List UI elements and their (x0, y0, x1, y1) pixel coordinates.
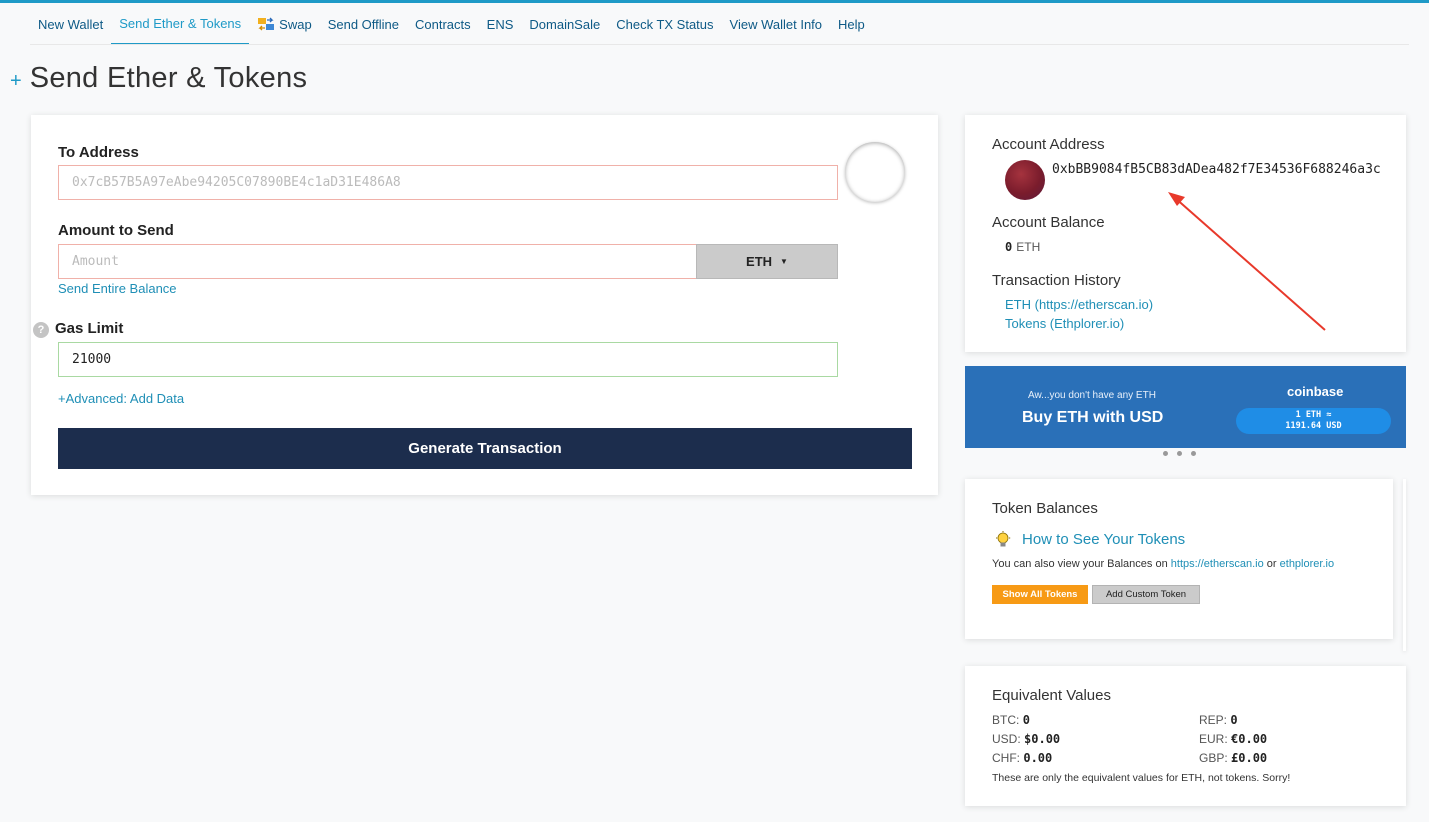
coinbase-banner[interactable]: Aw...you don't have any ETH Buy ETH with… (965, 366, 1406, 448)
token-balances-card: Token Balances How to See Your Tokens Yo… (965, 479, 1393, 639)
eq-eur: EUR: €0.00 (1199, 732, 1267, 746)
account-balance-unit: ETH (1016, 240, 1041, 254)
to-address-label: To Address (58, 144, 139, 161)
amount-input[interactable]: Amount (58, 244, 698, 279)
equivalent-values-note: These are only the equivalent values for… (992, 772, 1291, 784)
nav-view-wallet-info[interactable]: View Wallet Info (722, 3, 831, 45)
nav-new-wallet[interactable]: New Wallet (30, 3, 111, 45)
nav-ens[interactable]: ENS (479, 3, 522, 45)
nav-contracts[interactable]: Contracts (407, 3, 479, 45)
add-custom-token-button[interactable]: Add Custom Token (1092, 585, 1200, 604)
account-balance-label: Account Balance (992, 214, 1105, 231)
how-to-see-tokens-link[interactable]: How to See Your Tokens (1022, 531, 1185, 548)
nav-check-tx-status[interactable]: Check TX Status (608, 3, 721, 45)
coinbase-rate-line2: 1191.64 USD (1285, 421, 1342, 431)
lightbulb-icon (996, 531, 1011, 547)
transaction-history-label: Transaction History (992, 272, 1121, 289)
history-link-etherscan[interactable]: ETH (https://etherscan.io) (1005, 297, 1153, 312)
swap-icon (258, 17, 275, 31)
carousel-dots[interactable] (1163, 451, 1196, 456)
coinbase-small-text: Aw...you don't have any ETH (1028, 390, 1156, 401)
equivalent-values-card: Equivalent Values BTC: 0 REP: 0 USD: $0.… (965, 666, 1406, 806)
eq-btc-label: BTC: (992, 713, 1020, 727)
eq-eur-label: EUR: (1199, 732, 1228, 746)
eq-gbp-value: £0.00 (1231, 751, 1268, 765)
send-entire-balance-link[interactable]: Send Entire Balance (58, 281, 177, 296)
token-note-ethplorer-link[interactable]: ethplorer.io (1280, 558, 1334, 570)
token-note-prefix: You can also view your Balances on (992, 558, 1168, 570)
gas-limit-label: Gas Limit (55, 320, 124, 337)
eq-gbp: GBP: £0.00 (1199, 751, 1267, 765)
eq-usd-value: $0.00 (1024, 732, 1061, 746)
coinbase-logo: coinbase (1287, 384, 1344, 399)
eq-chf: CHF: 0.00 (992, 751, 1052, 765)
to-address-input[interactable]: 0x7cB57B5A97eAbe94205C07890BE4c1aD31E486… (58, 165, 838, 200)
page-title-text: Send Ether & Tokens (29, 62, 308, 94)
carousel-dot[interactable] (1191, 451, 1196, 456)
unit-dropdown[interactable]: ETH ▼ (696, 244, 838, 279)
plus-icon: + (10, 70, 22, 92)
nav-divider (30, 44, 1409, 45)
eq-usd-label: USD: (992, 732, 1021, 746)
token-card-edge (1403, 479, 1406, 651)
eq-eur-value: €0.00 (1231, 732, 1268, 746)
token-note-etherscan-link[interactable]: https://etherscan.io (1171, 558, 1264, 570)
advanced-add-data-link[interactable]: +Advanced: Add Data (58, 391, 184, 406)
account-address-label: Account Address (992, 136, 1105, 153)
generate-transaction-button[interactable]: Generate Transaction (58, 428, 912, 469)
account-address: 0xbBB9084fB5CB83dADea482f7E34536F688246a… (1052, 162, 1381, 177)
token-balances-title: Token Balances (992, 500, 1098, 517)
coinbase-rate-line1: 1 ETH ≈ (1295, 410, 1332, 420)
eq-chf-label: CHF: (992, 751, 1020, 765)
address-identicon-placeholder (845, 142, 905, 202)
eq-btc-value: 0 (1022, 713, 1030, 727)
eq-rep: REP: 0 (1199, 713, 1238, 727)
show-all-tokens-button[interactable]: Show All Tokens (992, 585, 1088, 604)
eq-chf-value: 0.00 (1023, 751, 1053, 765)
gas-limit-input[interactable]: 21000 (58, 342, 838, 377)
nav-send-ether-tokens[interactable]: Send Ether & Tokens (111, 3, 250, 45)
carousel-dot[interactable] (1177, 451, 1182, 456)
token-note-or: or (1266, 558, 1277, 570)
account-balance: 0 ETH (1005, 240, 1040, 254)
amount-label: Amount to Send (58, 222, 174, 239)
eq-btc: BTC: 0 (992, 713, 1030, 727)
account-balance-value: 0 (1005, 240, 1013, 254)
history-link-ethplorer[interactable]: Tokens (Ethplorer.io) (1005, 316, 1124, 331)
nav-help[interactable]: Help (830, 3, 873, 45)
nav-swap[interactable]: Swap (249, 3, 320, 45)
equivalent-values-title: Equivalent Values (992, 687, 1111, 704)
send-form-card: To Address 0x7cB57B5A97eAbe94205C07890BE… (31, 115, 938, 495)
token-note: You can also view your Balances on https… (992, 558, 1334, 570)
nav-domainsale[interactable]: DomainSale (521, 3, 608, 45)
help-icon[interactable]: ? (33, 322, 49, 338)
account-card: Account Address 0xbBB9084fB5CB83dADea482… (965, 115, 1406, 352)
eq-usd: USD: $0.00 (992, 732, 1060, 746)
nav-send-offline[interactable]: Send Offline (320, 3, 407, 45)
coinbase-rate-pill: 1 ETH ≈ 1191.64 USD (1236, 408, 1391, 434)
nav-swap-label: Swap (279, 16, 312, 32)
caret-down-icon: ▼ (780, 257, 788, 266)
page-title: + Send Ether & Tokens (10, 62, 307, 95)
main-nav: New Wallet Send Ether & Tokens Swap Send… (30, 3, 873, 45)
eq-rep-value: 0 (1230, 713, 1238, 727)
carousel-dot[interactable] (1163, 451, 1168, 456)
unit-dropdown-label: ETH (746, 254, 773, 269)
account-avatar (1005, 160, 1045, 200)
coinbase-big-text: Buy ETH with USD (1022, 409, 1164, 426)
eq-rep-label: REP: (1199, 713, 1228, 727)
eq-gbp-label: GBP: (1199, 751, 1228, 765)
